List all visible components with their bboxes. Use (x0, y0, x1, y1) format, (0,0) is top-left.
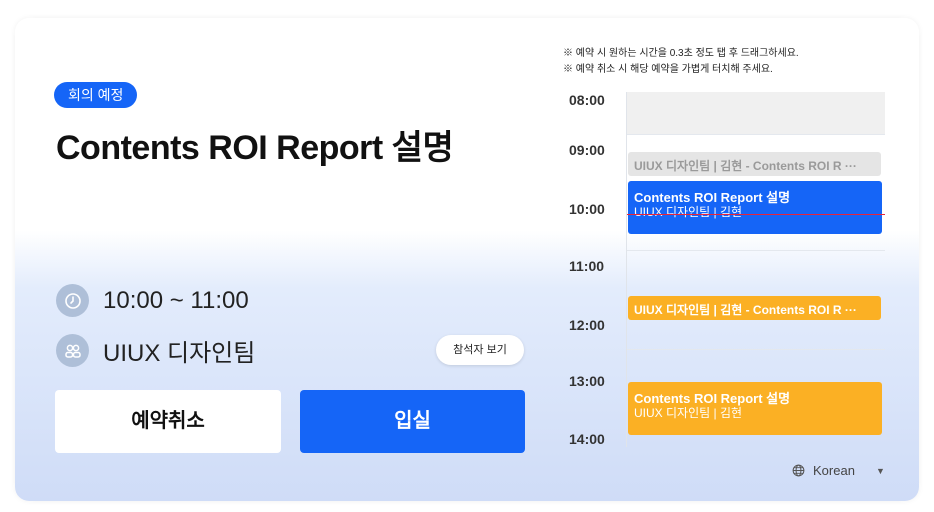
event-upcoming[interactable]: UIUX 디자인팀 | 김현 - Contents ROI R ··· (628, 296, 881, 320)
language-label: Korean (813, 463, 855, 478)
room-name: UIUX 디자인팀 (103, 340, 256, 367)
hour-label: 12:00 (569, 317, 605, 333)
hour-label: 13:00 (569, 373, 605, 389)
grid-line (627, 134, 885, 135)
event-past[interactable]: UIUX 디자인팀 | 김현 - Contents ROI R ··· (628, 152, 881, 176)
notice-cancel: ※ 예약 취소 시 해당 예약을 가볍게 터치해 주세요. (563, 64, 773, 75)
timeline-axis (626, 92, 627, 447)
clock-icon (56, 284, 89, 317)
hour-label: 08:00 (569, 92, 605, 108)
meeting-title: Contents ROI Report 설명 (56, 129, 454, 167)
hour-label: 14:00 (569, 431, 605, 447)
notice-drag: ※ 예약 시 원하는 시간을 0.3초 정도 탭 후 드래그하세요. (563, 48, 799, 59)
event-label: UIUX 디자인팀 | 김현 - Contents ROI R ··· (634, 159, 857, 173)
people-icon (56, 334, 89, 367)
view-attendees-button[interactable]: 참석자 보기 (436, 335, 524, 365)
status-badge: 회의 예정 (54, 82, 138, 108)
globe-icon (792, 464, 805, 477)
grid-line (627, 250, 885, 251)
event-label: UIUX 디자인팀 | 김현 - Contents ROI R ··· (634, 303, 857, 317)
room-row: UIUX 디자인팀 (56, 333, 255, 368)
language-selector[interactable]: Korean (792, 463, 855, 478)
hour-label: 10:00 (569, 201, 605, 217)
hour-label: 09:00 (569, 142, 605, 158)
event-owner: UIUX 디자인팀 | 김현 (634, 406, 743, 420)
current-time-line (627, 214, 885, 215)
hour-label: 11:00 (569, 258, 605, 274)
event-current[interactable]: Contents ROI Report 설명 UIUX 디자인팀 | 김현 (628, 181, 882, 234)
check-in-button[interactable]: 입실 (300, 390, 525, 453)
meeting-time: 10:00 ~ 11:00 (103, 286, 249, 314)
past-time-block (627, 92, 885, 134)
event-upcoming-2[interactable]: Contents ROI Report 설명 UIUX 디자인팀 | 김현 (628, 382, 882, 435)
event-owner: UIUX 디자인팀 | 김현 (634, 205, 743, 219)
time-row: 10:00 ~ 11:00 (56, 284, 249, 317)
grid-line (627, 349, 885, 350)
caret-down-icon[interactable]: ▼ (876, 466, 885, 476)
cancel-reservation-button[interactable]: 예약취소 (55, 390, 281, 453)
